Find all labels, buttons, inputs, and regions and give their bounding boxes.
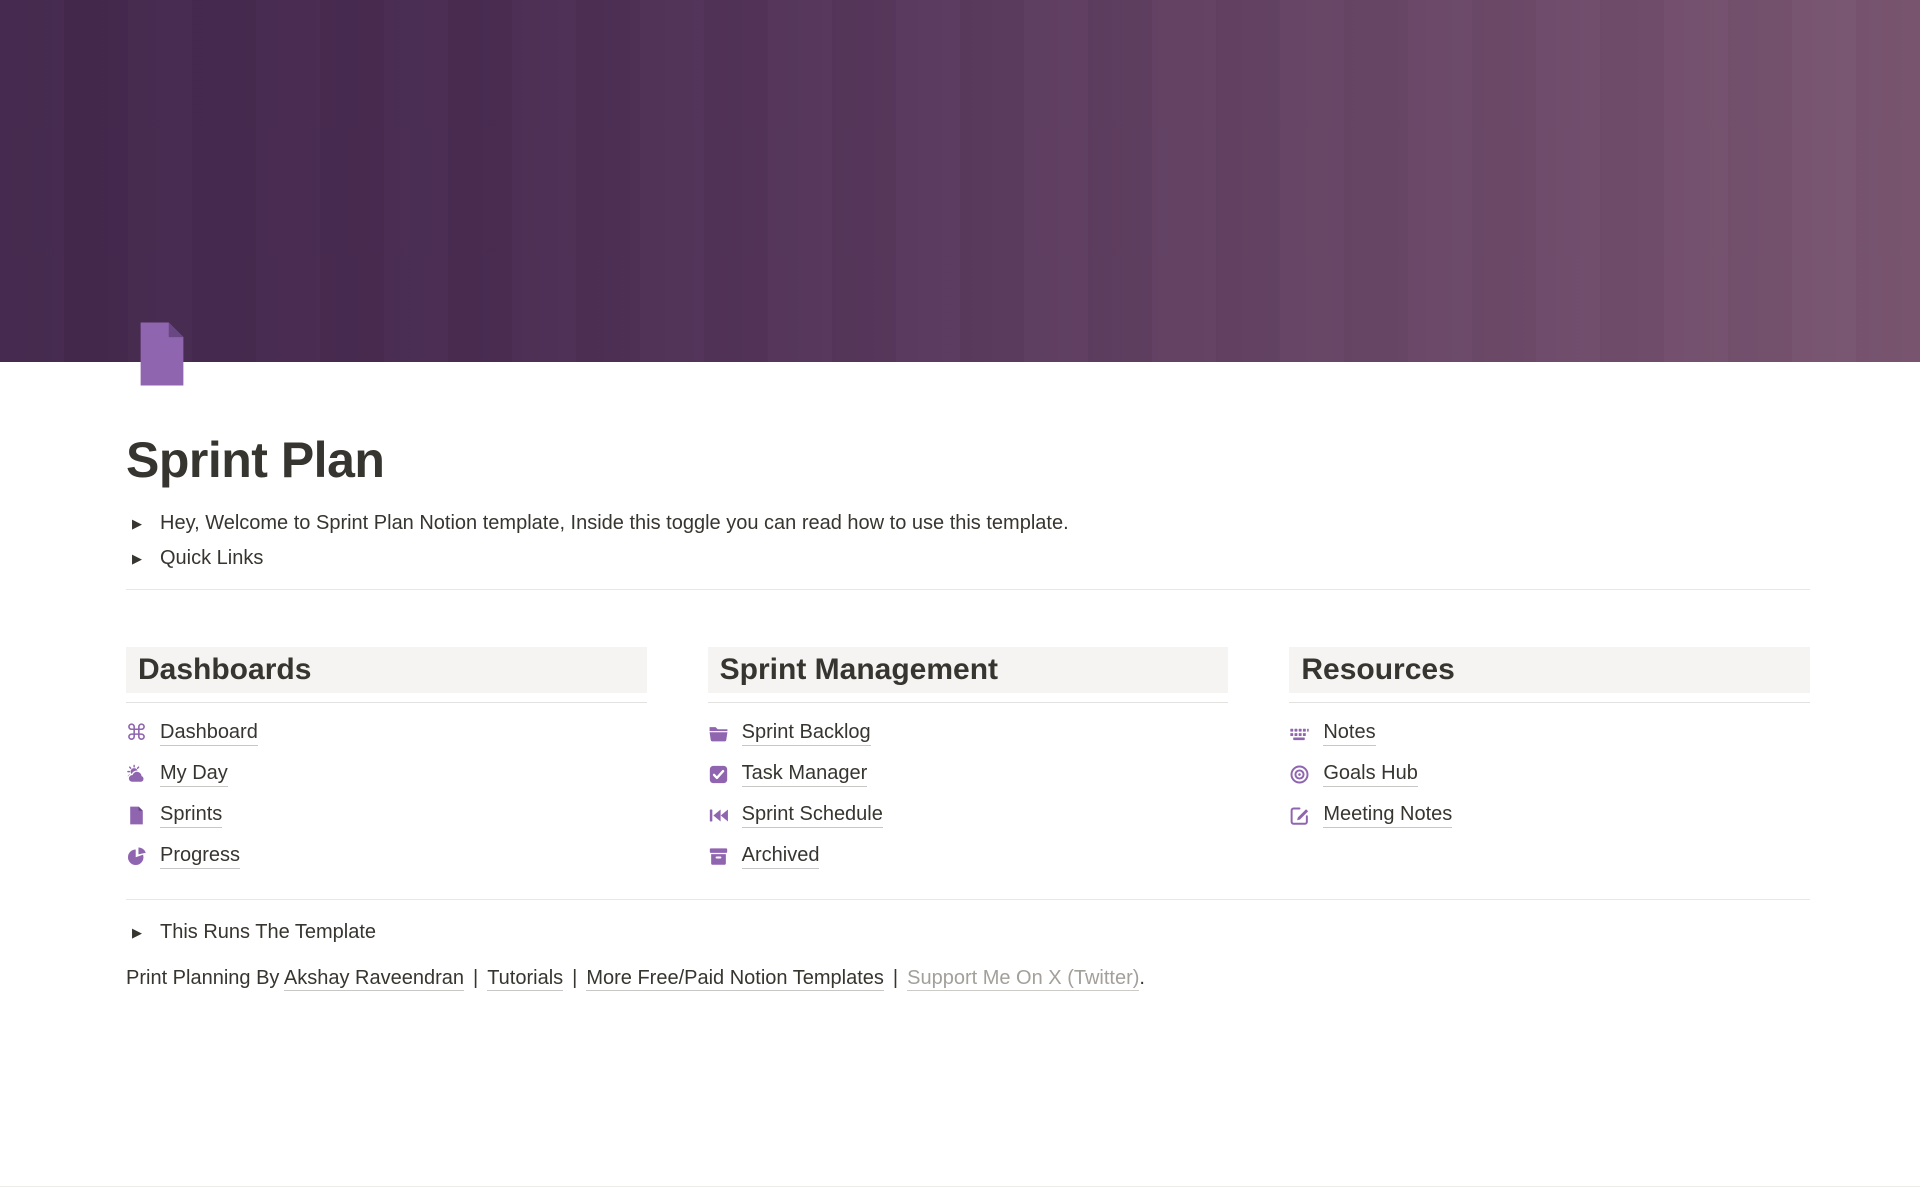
divider <box>126 899 1810 900</box>
link-item: Sprints <box>126 795 647 836</box>
notion-page: Sprint Plan ▶ Hey, Welcome to Sprint Pla… <box>0 0 1920 1199</box>
page-link[interactable]: Sprints <box>160 803 222 828</box>
toggle-quick-links-label: Quick Links <box>160 547 263 570</box>
checkbox-icon <box>708 764 729 785</box>
toggle-runs-template[interactable]: ▶ This Runs The Template <box>126 916 378 949</box>
cover-image <box>0 0 1920 362</box>
page-link[interactable]: Meeting Notes <box>1323 803 1452 828</box>
toggle-runs-template-label: This Runs The Template <box>160 921 376 944</box>
footer-suffix: . <box>1139 967 1145 989</box>
toggle-triangle-icon[interactable]: ▶ <box>128 925 146 941</box>
page-title[interactable]: Sprint Plan <box>126 431 1810 489</box>
divider <box>126 702 647 703</box>
divider <box>708 702 1229 703</box>
page-link[interactable]: Archived <box>742 844 820 869</box>
toggle-triangle-icon[interactable]: ▶ <box>128 551 146 567</box>
link-item: Sprint Backlog <box>708 713 1229 754</box>
pie-chart-icon <box>126 846 147 867</box>
keyboard-icon <box>1289 723 1310 744</box>
document-icon <box>126 805 147 826</box>
column-dashboards: Dashboards ⌘ Dashboard My Day Sprints Progres… <box>126 647 647 877</box>
link-item: Task Manager <box>708 754 1229 795</box>
page-link[interactable]: Task Manager <box>742 762 868 787</box>
footer-link[interactable]: Akshay Raveendran <box>284 967 464 991</box>
page-link[interactable]: Sprint Backlog <box>742 721 871 746</box>
separator: | <box>893 967 898 989</box>
footer-link[interactable]: Support Me On X (Twitter) <box>907 967 1139 991</box>
command-icon: ⌘ <box>126 723 147 744</box>
window-edge-line <box>0 1186 1920 1187</box>
folder-icon <box>708 723 729 744</box>
link-item: Goals Hub <box>1289 754 1810 795</box>
archive-icon <box>708 846 729 867</box>
divider <box>126 589 1810 590</box>
divider <box>1289 702 1810 703</box>
link-item: Archived <box>708 836 1229 877</box>
page-link[interactable]: My Day <box>160 762 228 787</box>
column-items: ⌘ Dashboard My Day Sprints Progress <box>126 713 647 877</box>
footer-link[interactable]: More Free/Paid Notion Templates <box>586 967 884 991</box>
link-item: Progress <box>126 836 647 877</box>
column-items: Sprint Backlog Task Manager Sprint Schedul… <box>708 713 1229 877</box>
page-link[interactable]: Notes <box>1323 721 1375 746</box>
footer-credits: Print Planning By Akshay Raveendran | Tuto… <box>126 963 1810 993</box>
column-heading: Dashboards <box>126 647 647 693</box>
separator: | <box>572 967 577 989</box>
document-icon <box>126 318 198 390</box>
column-sprint-management: Sprint Management Sprint Backlog Task Mana… <box>708 647 1229 877</box>
page-icon[interactable] <box>126 318 198 390</box>
column-items: Notes Goals Hub Meeting Notes <box>1289 713 1810 836</box>
target-icon <box>1289 764 1310 785</box>
sun-cloud-icon <box>126 764 147 785</box>
rewind-icon <box>708 805 729 826</box>
toggle-quick-links[interactable]: ▶ Quick Links <box>126 542 265 575</box>
separator: | <box>473 967 478 989</box>
column-heading: Resources <box>1289 647 1810 693</box>
edit-icon <box>1289 805 1310 826</box>
toggle-welcome[interactable]: ▶ Hey, Welcome to Sprint Plan Notion tem… <box>126 507 1071 540</box>
toggle-triangle-icon[interactable]: ▶ <box>128 516 146 532</box>
column-heading: Sprint Management <box>708 647 1229 693</box>
link-item: Notes <box>1289 713 1810 754</box>
link-item: Meeting Notes <box>1289 795 1810 836</box>
page-link[interactable]: Dashboard <box>160 721 258 746</box>
footer-link[interactable]: Tutorials <box>487 967 563 991</box>
page-link[interactable]: Progress <box>160 844 240 869</box>
link-item: Sprint Schedule <box>708 795 1229 836</box>
link-item: My Day <box>126 754 647 795</box>
column-resources: Resources Notes Goals Hub Meeting Notes <box>1289 647 1810 877</box>
page-content: Sprint Plan ▶ Hey, Welcome to Sprint Pla… <box>0 362 1920 993</box>
link-item: ⌘ Dashboard <box>126 713 647 754</box>
toggle-welcome-label: Hey, Welcome to Sprint Plan Notion templ… <box>160 512 1069 535</box>
link-columns: Dashboards ⌘ Dashboard My Day Sprints Progres… <box>126 647 1810 877</box>
page-link[interactable]: Sprint Schedule <box>742 803 883 828</box>
page-link[interactable]: Goals Hub <box>1323 762 1418 787</box>
footer-text: Print Planning By <box>126 967 284 989</box>
